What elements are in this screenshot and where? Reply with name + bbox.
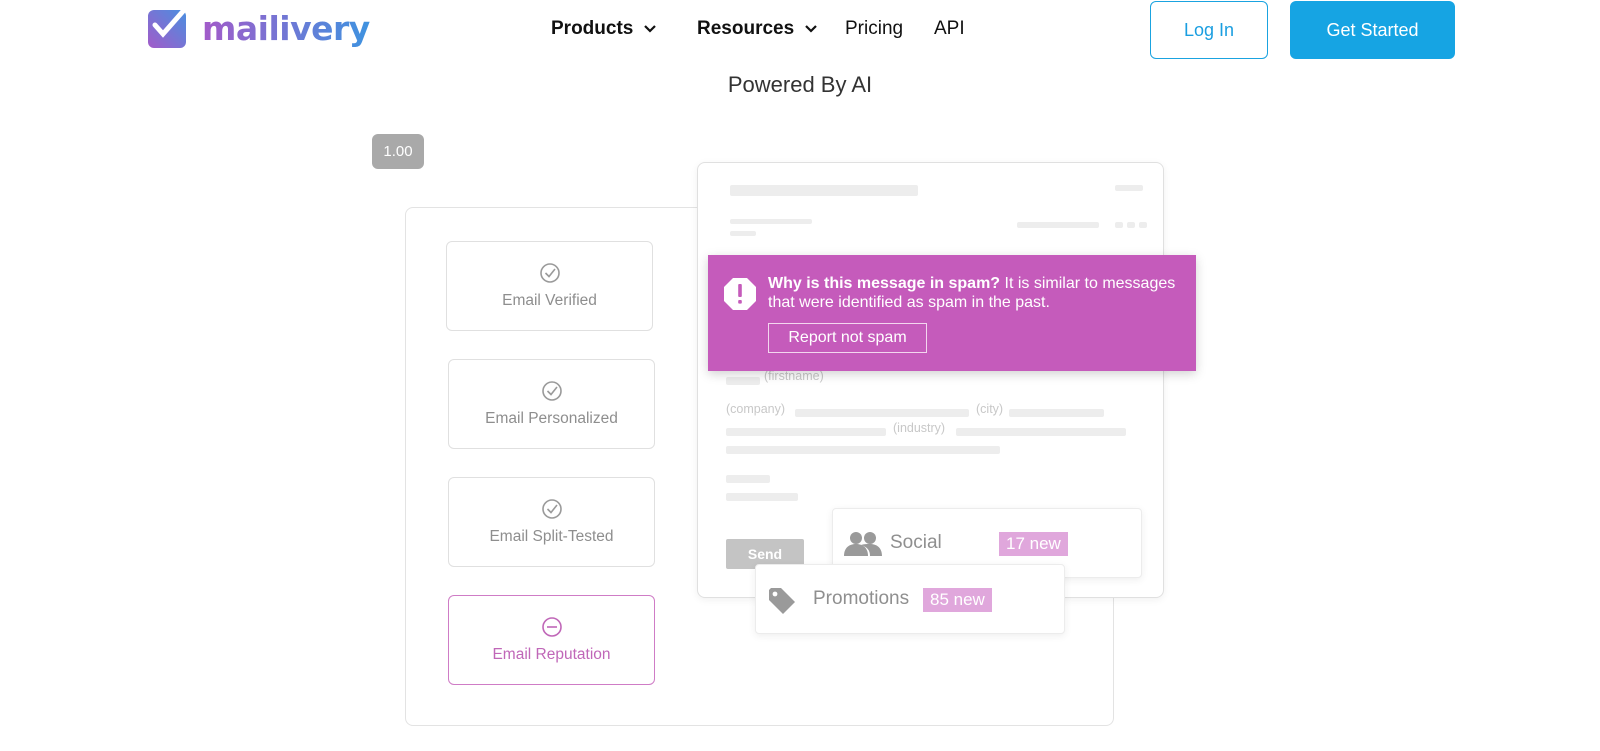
placeholder-bar bbox=[730, 231, 756, 236]
spam-question: Why is this message in spam? bbox=[768, 275, 1001, 292]
brand-name: mailivery bbox=[202, 8, 370, 48]
nav-products-label: Products bbox=[551, 18, 634, 39]
nav-api[interactable]: API bbox=[934, 18, 965, 40]
placeholder-bar bbox=[726, 428, 886, 436]
new-count-badge: 85 new bbox=[923, 588, 992, 612]
brand-logo[interactable]: mailivery bbox=[148, 6, 370, 48]
login-button[interactable]: Log In bbox=[1150, 1, 1268, 59]
check-email-reputation: Email Reputation bbox=[448, 595, 655, 685]
report-not-spam-button[interactable]: Report not spam bbox=[768, 323, 927, 353]
placeholder-bar bbox=[726, 475, 770, 483]
placeholder-bar bbox=[1009, 409, 1104, 417]
placeholder-bar bbox=[956, 428, 1126, 436]
city-placeholder: (city) bbox=[976, 402, 1004, 416]
check-email-personalized: Email Personalized bbox=[448, 359, 655, 449]
section-subheading: Powered By AI bbox=[727, 72, 873, 97]
check-circle-icon bbox=[541, 499, 562, 519]
tag-icon bbox=[769, 588, 795, 614]
site-header: mailivery Products Resources Pricing API… bbox=[0, 0, 1600, 62]
placeholder-bar bbox=[1127, 222, 1135, 228]
category-label: Social bbox=[890, 532, 942, 553]
nav-resources[interactable]: Resources bbox=[697, 18, 818, 40]
check-label: Email Verified bbox=[502, 292, 597, 309]
nav-pricing-label: Pricing bbox=[845, 18, 904, 39]
placeholder-bar bbox=[795, 409, 969, 417]
promotions-category-card: Promotions 85 new bbox=[755, 564, 1065, 634]
nav-resources-label: Resources bbox=[697, 18, 795, 39]
placeholder-bar bbox=[726, 493, 798, 501]
spam-warning-banner: Why is this message in spam? It is simil… bbox=[708, 255, 1196, 371]
check-email-verified: Email Verified bbox=[446, 241, 653, 331]
placeholder-bar bbox=[1139, 222, 1147, 228]
placeholder-bar bbox=[1115, 222, 1123, 228]
get-started-button[interactable]: Get Started bbox=[1290, 1, 1455, 59]
firstname-placeholder: (firstname) bbox=[764, 369, 824, 383]
nav-pricing[interactable]: Pricing bbox=[845, 18, 903, 40]
company-placeholder: (company) bbox=[726, 402, 786, 416]
logo-check-icon bbox=[148, 6, 188, 48]
check-label: Email Personalized bbox=[485, 410, 618, 427]
check-label: Email Split-Tested bbox=[489, 528, 614, 545]
placeholder-bar bbox=[730, 185, 918, 196]
new-count-badge: 17 new bbox=[999, 532, 1068, 556]
placeholder-bar bbox=[726, 377, 760, 385]
check-circle-icon bbox=[539, 263, 560, 283]
check-label: Email Reputation bbox=[492, 646, 611, 663]
industry-placeholder: (industry) bbox=[893, 421, 946, 435]
check-email-split-tested: Email Split-Tested bbox=[448, 477, 655, 567]
zoom-level-badge: 1.00 bbox=[372, 134, 424, 169]
category-label: Promotions bbox=[813, 588, 910, 609]
placeholder-bar bbox=[726, 446, 1000, 454]
placeholder-bar bbox=[1017, 222, 1099, 228]
placeholder-bar bbox=[730, 219, 812, 224]
nav-products[interactable]: Products bbox=[551, 18, 657, 40]
nav-api-label: API bbox=[934, 18, 965, 39]
check-circle-icon bbox=[541, 381, 562, 401]
chevron-down-icon bbox=[644, 25, 657, 33]
spam-message: Why is this message in spam? It is simil… bbox=[768, 274, 1178, 312]
chevron-down-icon bbox=[805, 25, 817, 33]
minus-circle-icon bbox=[541, 617, 562, 637]
placeholder-bar bbox=[1115, 185, 1143, 191]
warning-octagon-icon bbox=[724, 278, 756, 310]
people-icon bbox=[844, 532, 882, 556]
